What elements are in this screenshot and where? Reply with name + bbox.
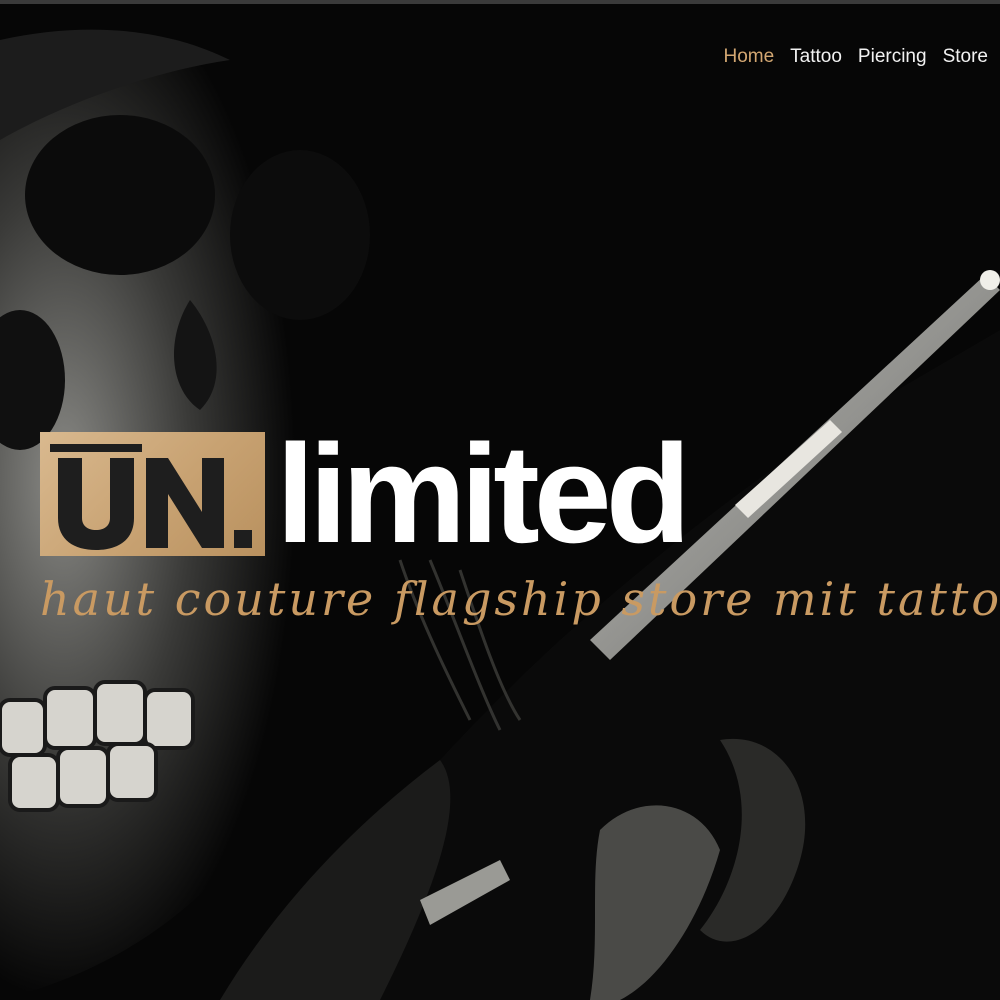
brand-logo[interactable]: limited bbox=[40, 424, 691, 564]
nav-store-link[interactable]: Store bbox=[943, 46, 988, 68]
logo-un-lettering bbox=[50, 444, 252, 550]
nav-home-link[interactable]: Home bbox=[723, 46, 774, 68]
nav-piercing-link[interactable]: Piercing bbox=[858, 46, 927, 68]
logo-limited-word: limited bbox=[276, 415, 691, 572]
logo-un-box bbox=[40, 432, 265, 556]
main-navigation: Home Tattoo Piercing Store bbox=[723, 46, 988, 68]
hero-tagline: haut couture flagship store mit tattoo-u… bbox=[40, 572, 1000, 626]
nav-tattoo-link[interactable]: Tattoo bbox=[790, 46, 842, 68]
landing-page: Home Tattoo Piercing Store limited haut … bbox=[0, 0, 1000, 1000]
